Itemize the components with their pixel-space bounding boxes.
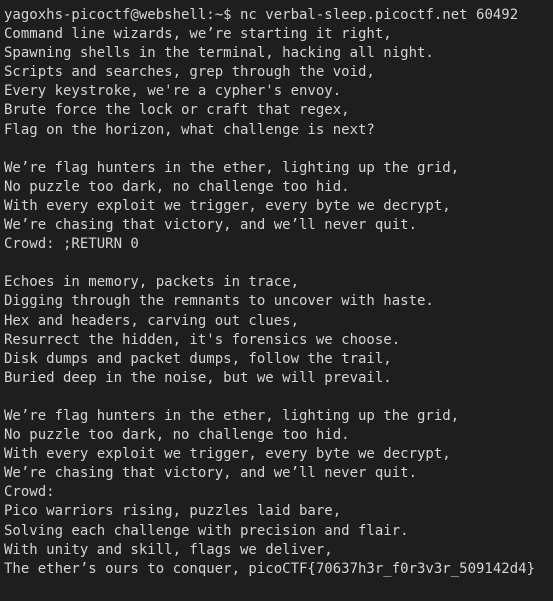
output-line: Scripts and searches, grep through the v… <box>4 64 375 81</box>
output-line: We’re chasing that victory, and we’ll ne… <box>4 217 418 234</box>
terminal-output: Command line wizards, we’re starting it … <box>4 25 553 579</box>
output-line: Resurrect the hidden, it's forensics we … <box>4 331 401 348</box>
output-line: Disk dumps and packet dumps, follow the … <box>4 350 392 367</box>
output-line: Brute force the lock or craft that regex… <box>4 102 350 119</box>
output-line: No puzzle too dark, no challenge too hid… <box>4 427 350 444</box>
prompt-line: yagoxhs-picoctf@webshell:~$ nc verbal-sl… <box>4 6 553 25</box>
output-line: The ether’s ours to conquer, picoCTF{706… <box>4 560 536 577</box>
output-line: We’re chasing that victory, and we’ll ne… <box>4 465 418 482</box>
output-line: Crowd: ;RETURN 0 <box>4 236 139 253</box>
output-line: Hex and headers, carving out clues, <box>4 312 300 329</box>
output-line: Flag on the horizon, what challenge is n… <box>4 121 375 138</box>
output-line: Digging through the remnants to uncover … <box>4 293 434 310</box>
output-line: Command line wizards, we’re starting it … <box>4 26 392 43</box>
output-line: We’re flag hunters in the ether, lightin… <box>4 407 460 424</box>
terminal-window[interactable]: yagoxhs-picoctf@webshell:~$ nc verbal-sl… <box>0 0 553 601</box>
output-line: With every exploit we trigger, every byt… <box>4 446 451 463</box>
shell-prompt: yagoxhs-picoctf@webshell:~$ <box>4 7 232 23</box>
output-line: With every exploit we trigger, every byt… <box>4 197 451 214</box>
output-line: Spawning shells in the terminal, hacking… <box>4 45 434 62</box>
output-line: No puzzle too dark, no challenge too hid… <box>4 178 350 195</box>
output-line: Buried deep in the noise, but we will pr… <box>4 369 392 386</box>
output-line: Echoes in memory, packets in trace, <box>4 274 300 291</box>
output-line: Solving each challenge with precision an… <box>4 522 409 539</box>
output-line: Crowd: <box>4 484 55 501</box>
output-line: We’re flag hunters in the ether, lightin… <box>4 159 460 176</box>
output-line: With unity and skill, flags we deliver, <box>4 541 333 558</box>
output-line: Every keystroke, we're a cypher's envoy. <box>4 83 342 100</box>
output-line: Pico warriors rising, puzzles laid bare, <box>4 503 342 520</box>
command-text: nc verbal-sleep.picoctf.net 60492 <box>231 7 519 23</box>
